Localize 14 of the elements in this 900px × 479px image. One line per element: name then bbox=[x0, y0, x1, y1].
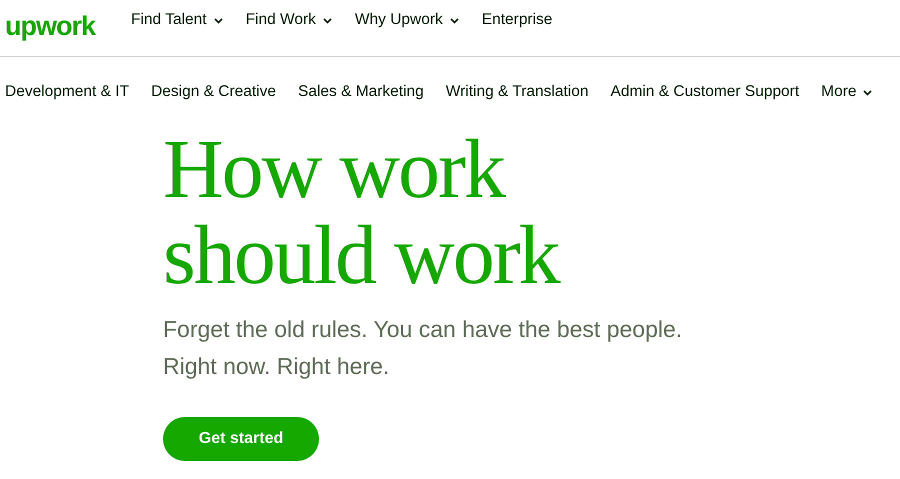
subtitle: Forget the old rules. You can have the best people. bbox=[163, 315, 682, 344]
headline: How work bbox=[163, 127, 504, 213]
category-link[interactable]: Design & Creative bbox=[151, 80, 276, 104]
nav-link[interactable]: Why Upwork bbox=[354, 8, 459, 32]
category-link[interactable]: Admin & Customer Support bbox=[610, 80, 800, 104]
subtitle: Right now. Right here. bbox=[163, 352, 390, 381]
category-link[interactable]: Development & IT bbox=[5, 80, 130, 104]
category-link[interactable]: Writing & Translation bbox=[446, 80, 588, 104]
category-link[interactable]: Sales & Marketing bbox=[298, 80, 424, 104]
category-link[interactable]: More bbox=[821, 80, 872, 104]
nav-link[interactable]: Find Talent bbox=[131, 8, 223, 32]
headline: should work bbox=[163, 213, 559, 299]
nav-link[interactable]: Find Work bbox=[246, 8, 332, 32]
nav-link[interactable]: Enterprise bbox=[482, 8, 552, 32]
